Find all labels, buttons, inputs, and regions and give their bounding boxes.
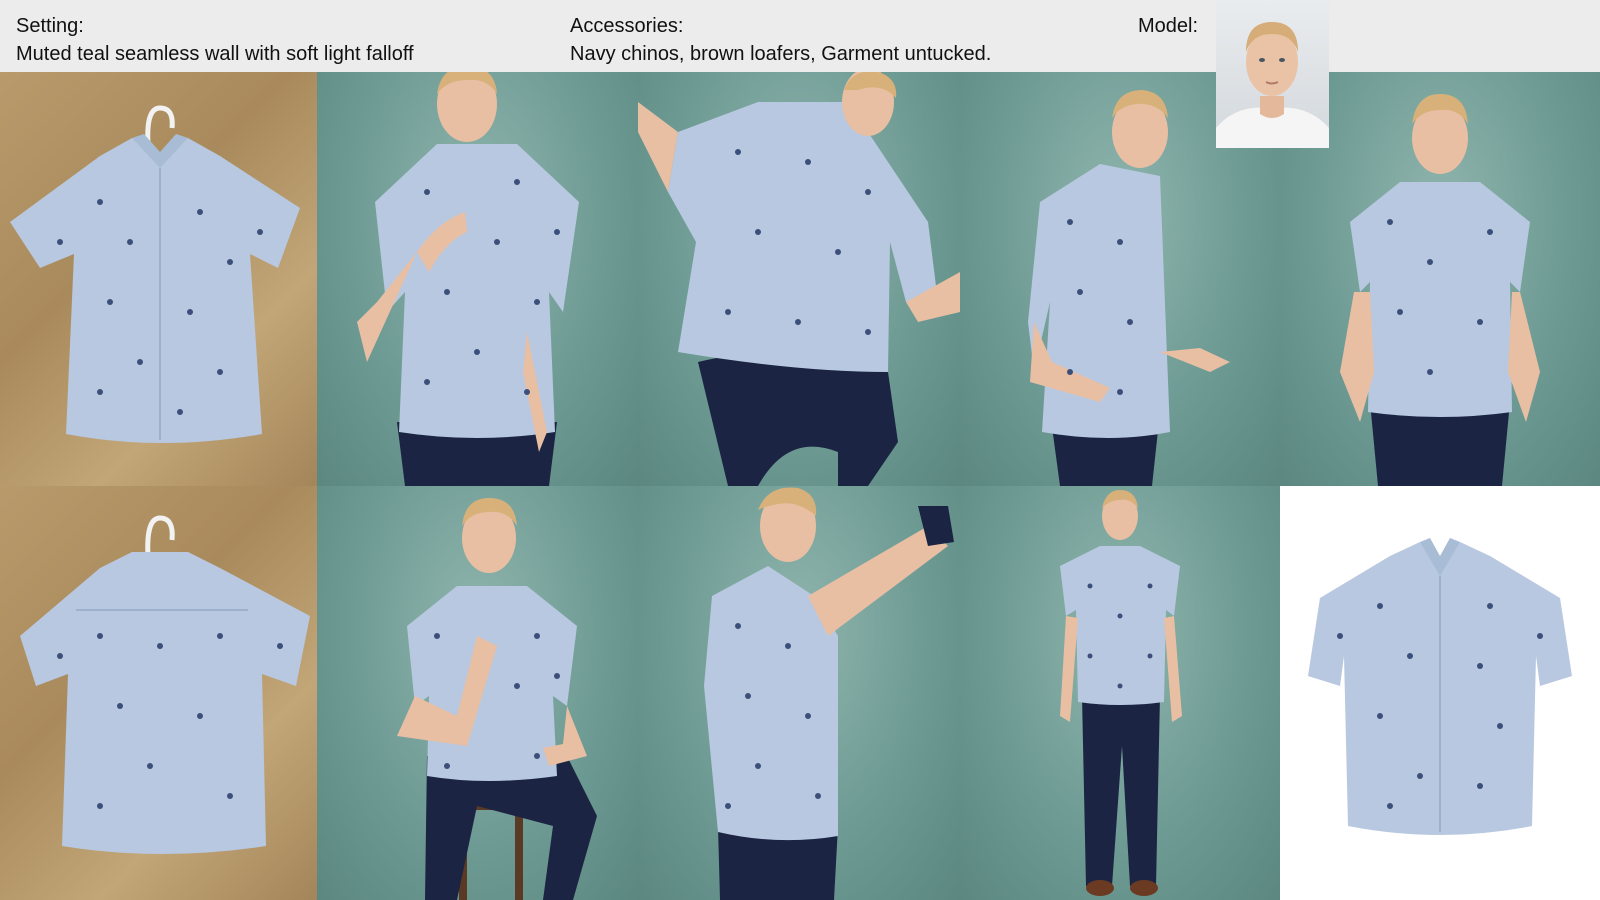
model-side-arms-raised-illustration — [704, 487, 954, 900]
shirt-packshot-illustration — [1308, 538, 1572, 835]
model-caption: Model: — [1138, 12, 1198, 40]
shirt-flat-front-photo — [0, 72, 317, 486]
photo-grid — [0, 72, 1600, 900]
setting-caption: Setting: Muted teal seamless wall with s… — [16, 12, 414, 68]
model-label: Model: — [1138, 15, 1199, 37]
model-back-bending-illustration — [638, 72, 960, 486]
shirt-flat-front-illustration — [10, 105, 300, 443]
model-back-bending-photo — [638, 72, 960, 486]
model-side-arms-raised-photo — [638, 486, 960, 900]
model-full-length-illustration — [1060, 490, 1182, 896]
accessories-caption: Accessories: Navy chinos, brown loafers,… — [570, 12, 991, 68]
model-seated-on-stool-photo — [317, 486, 638, 900]
accessories-value: Navy chinos, brown loafers, Garment untu… — [570, 43, 992, 65]
model-reference-photo — [1216, 0, 1329, 148]
shirt-flat-back-photo — [0, 486, 317, 900]
shirt-packshot-photo — [1280, 486, 1600, 900]
accessories-label: Accessories: — [570, 15, 684, 37]
model-full-length-photo — [960, 486, 1280, 900]
model-portrait-illustration — [1216, 22, 1329, 148]
shirt-flat-back-illustration — [20, 515, 310, 854]
setting-value: Muted teal seamless wall with soft light… — [16, 43, 414, 65]
model-front-hand-at-collar-illustration — [357, 72, 579, 486]
model-seated-on-stool-illustration — [397, 498, 597, 900]
setting-label: Setting: — [16, 15, 84, 37]
caption-bar: Setting: Muted teal seamless wall with s… — [0, 0, 1600, 72]
model-front-hand-at-collar-photo — [317, 72, 638, 486]
